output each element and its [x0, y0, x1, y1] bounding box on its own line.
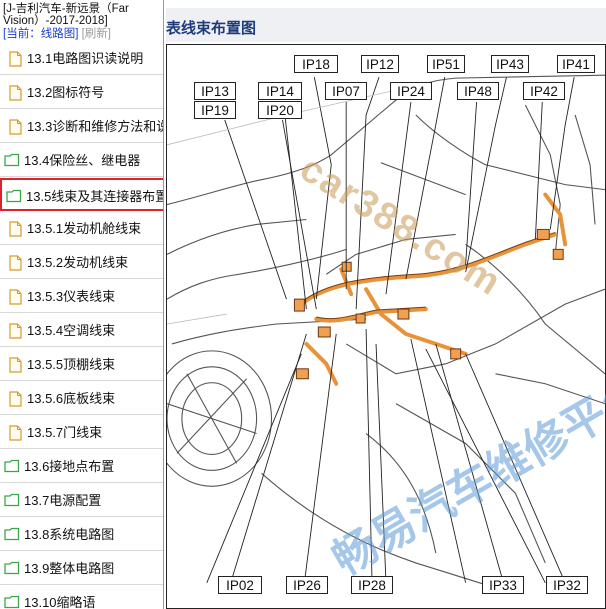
sidebar-item-label: 13.5线束及其连接器布置 — [26, 189, 164, 204]
connector-label: IP02 — [218, 576, 262, 594]
sidebar-item[interactable]: 13.2图标符号 — [0, 76, 163, 109]
sidebar-item[interactable]: 13.4保险丝、继电器 — [0, 144, 163, 177]
sidebar-item-label: 13.8系统电路图 — [24, 527, 115, 542]
sidebar-item-label: 13.4保险丝、继电器 — [24, 153, 141, 168]
folder-icon — [4, 595, 20, 609]
sidebar-item[interactable]: 13.5.6底板线束 — [0, 382, 163, 415]
connector-label: IP13 — [194, 82, 236, 100]
connector-label: IP19 — [194, 101, 236, 119]
sidebar-item-label: 13.9整体电路图 — [24, 561, 115, 576]
document-icon — [9, 51, 25, 67]
sidebar-item-label: 13.3诊断和维修方法和说明 — [27, 119, 163, 134]
sidebar-item[interactable]: 13.5.2发动机线束 — [0, 246, 163, 279]
sidebar-item[interactable]: 13.5.7门线束 — [0, 416, 163, 449]
sidebar-item[interactable]: 13.3诊断和维修方法和说明 — [0, 110, 163, 143]
sidebar-item[interactable]: 13.5.1发动机舱线束 — [0, 212, 163, 245]
connector-label: IP43 — [491, 55, 529, 73]
connector-label: IP20 — [258, 101, 302, 119]
document-icon — [9, 85, 25, 101]
sidebar-item[interactable]: 13.5线束及其连接器布置 — [0, 178, 164, 211]
document-icon — [9, 425, 25, 441]
sidebar-item-label: 13.7电源配置 — [24, 493, 102, 508]
title-bar: 表线束布置图 — [166, 8, 606, 42]
sidebar-item[interactable]: 13.5.3仪表线束 — [0, 280, 163, 313]
connector-label: IP33 — [482, 576, 524, 594]
sidebar-item[interactable]: 13.8系统电路图 — [0, 518, 163, 551]
sidebar-item[interactable]: 13.7电源配置 — [0, 484, 163, 517]
sidebar: [J-吉利汽车-新远景（Far Vision）-2017-2018] [当前：线… — [0, 0, 164, 609]
connector-label: IP48 — [457, 82, 499, 100]
sidebar-item-label: 13.6接地点布置 — [24, 459, 115, 474]
page-title: 表线束布置图 — [166, 20, 257, 37]
sidebar-item-label: 13.5.7门线束 — [27, 425, 103, 440]
document-icon — [9, 221, 25, 237]
sidebar-item-label: 13.5.4空调线束 — [27, 323, 116, 338]
document-icon — [9, 391, 25, 407]
sidebar-item[interactable]: 13.5.5顶棚线束 — [0, 348, 163, 381]
sidebar-item[interactable]: 13.9整体电路图 — [0, 552, 163, 585]
sidebar-item-label: 13.5.6底板线束 — [27, 391, 116, 406]
document-icon — [9, 119, 25, 135]
connector-label: IP51 — [427, 55, 465, 73]
folder-icon — [4, 153, 20, 167]
connector-label: IP41 — [557, 55, 595, 73]
current-view-link[interactable]: [当前：线路图] — [3, 28, 78, 40]
sidebar-item-label: 13.5.1发动机舱线束 — [27, 221, 142, 236]
sidebar-item-label: 13.5.5顶棚线束 — [27, 357, 116, 372]
connector-label: IP07 — [325, 82, 367, 100]
folder-icon — [4, 459, 20, 473]
connector-label: IP24 — [390, 82, 432, 100]
folder-icon — [6, 189, 22, 203]
sidebar-item[interactable]: 13.6接地点布置 — [0, 450, 163, 483]
folder-icon — [4, 561, 20, 575]
document-icon — [9, 323, 25, 339]
folder-icon — [4, 527, 20, 541]
document-icon — [9, 289, 25, 305]
sidebar-item-label: 13.1电路图识读说明 — [27, 51, 144, 66]
connector-label: IP18 — [294, 55, 338, 73]
sidebar-item-label: 13.5.2发动机线束 — [27, 255, 129, 270]
breadcrumb: [J-吉利汽车-新远景（Far Vision）-2017-2018] — [3, 3, 133, 27]
sidebar-item-label: 13.2图标符号 — [27, 85, 105, 100]
diagram-panel: 表线束布置图 IP18 IP12 IP51 IP43 IP41 IP13 IP1… — [166, 0, 606, 609]
connector-label: IP14 — [258, 82, 302, 100]
sidebar-item-label: 13.5.3仪表线束 — [27, 289, 116, 304]
folder-icon — [4, 493, 20, 507]
sidebar-item[interactable]: 13.1电路图识读说明 — [0, 42, 163, 75]
sidebar-item-label: 13.10缩略语 — [24, 595, 96, 609]
document-icon — [9, 255, 25, 271]
sidebar-item[interactable]: 13.10缩略语 — [0, 586, 163, 609]
breadcrumb-links: [当前：线路图] [刷新] — [3, 28, 111, 41]
refresh-link[interactable]: [刷新] — [82, 28, 111, 40]
connector-label: IP26 — [286, 576, 328, 594]
connector-label: IP42 — [523, 82, 565, 100]
connector-label: IP12 — [361, 55, 399, 73]
document-icon — [9, 357, 25, 373]
connector-label: IP32 — [546, 576, 588, 594]
sidebar-item[interactable]: 13.5.4空调线束 — [0, 314, 163, 347]
